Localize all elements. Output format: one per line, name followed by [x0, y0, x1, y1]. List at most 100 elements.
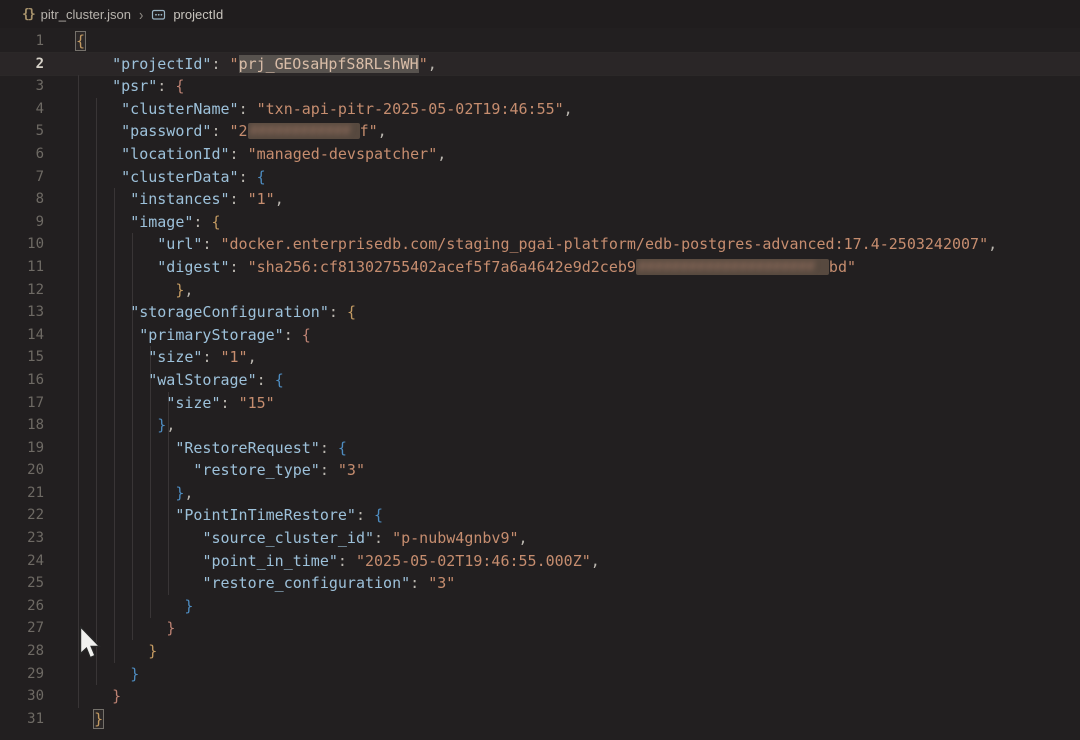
- code-token: "1": [248, 190, 275, 208]
- code-text: "url": "docker.enterprisedb.com/staging_…: [44, 233, 997, 256]
- code-line[interactable]: 28 }: [0, 640, 1080, 663]
- line-number[interactable]: 20: [0, 459, 44, 482]
- line-number[interactable]: 18: [0, 414, 44, 437]
- code-text: },: [44, 482, 193, 505]
- code-line[interactable]: 13 "storageConfiguration": {: [0, 301, 1080, 324]
- line-number[interactable]: 5: [0, 120, 44, 143]
- line-number[interactable]: 9: [0, 211, 44, 234]
- redacted-text: ############: [248, 123, 360, 139]
- line-number[interactable]: 25: [0, 572, 44, 595]
- line-number[interactable]: 22: [0, 504, 44, 527]
- line-number[interactable]: 26: [0, 595, 44, 618]
- code-text: {: [44, 30, 85, 53]
- code-line[interactable]: 19 "RestoreRequest": {: [0, 437, 1080, 460]
- code-line[interactable]: 29 }: [0, 663, 1080, 686]
- code-line[interactable]: 22 "PointInTimeRestore": {: [0, 504, 1080, 527]
- code-line[interactable]: 25 "restore_configuration": "3": [0, 572, 1080, 595]
- code-line[interactable]: 26 }: [0, 595, 1080, 618]
- line-number[interactable]: 13: [0, 301, 44, 324]
- code-token: }: [112, 687, 121, 705]
- code-token: ,: [248, 348, 257, 366]
- code-token: "psr": [112, 77, 157, 95]
- selected-text: prj_G: [239, 55, 284, 73]
- line-number[interactable]: 14: [0, 324, 44, 347]
- code-line[interactable]: 18 },: [0, 414, 1080, 437]
- code-line[interactable]: 3 "psr": {: [0, 75, 1080, 98]
- line-number[interactable]: 11: [0, 256, 44, 279]
- line-number[interactable]: 31: [0, 708, 44, 731]
- code-token: :: [230, 258, 248, 276]
- line-number[interactable]: 15: [0, 346, 44, 369]
- code-line[interactable]: 21 },: [0, 482, 1080, 505]
- line-number[interactable]: 12: [0, 279, 44, 302]
- code-token: "storageConfiguration": [130, 303, 329, 321]
- code-token: ": [230, 55, 239, 73]
- code-line[interactable]: 8 "instances": "1",: [0, 188, 1080, 211]
- line-number[interactable]: 4: [0, 98, 44, 121]
- line-number[interactable]: 3: [0, 75, 44, 98]
- code-line[interactable]: 10 "url": "docker.enterprisedb.com/stagi…: [0, 233, 1080, 256]
- code-line[interactable]: 31 }: [0, 708, 1080, 731]
- code-token: ,: [988, 235, 997, 253]
- code-token: :: [202, 348, 220, 366]
- code-token: ": [419, 55, 428, 73]
- code-token: {: [347, 303, 356, 321]
- code-line[interactable]: 20 "restore_type": "3": [0, 459, 1080, 482]
- code-token: {: [211, 213, 220, 231]
- code-line[interactable]: 15 "size": "1",: [0, 346, 1080, 369]
- line-number[interactable]: 17: [0, 392, 44, 415]
- code-line[interactable]: 24 "point_in_time": "2025-05-02T19:46:55…: [0, 550, 1080, 573]
- code-token: :: [239, 100, 257, 118]
- code-token: "clusterName": [121, 100, 238, 118]
- code-token: }: [94, 710, 103, 728]
- line-number[interactable]: 19: [0, 437, 44, 460]
- code-line[interactable]: 4 "clusterName": "txn-api-pitr-2025-05-0…: [0, 98, 1080, 121]
- code-line[interactable]: 27 }: [0, 617, 1080, 640]
- code-text: }: [44, 663, 139, 686]
- code-line[interactable]: 14 "primaryStorage": {: [0, 324, 1080, 347]
- code-token: "projectId": [112, 55, 211, 73]
- line-number[interactable]: 29: [0, 663, 44, 686]
- code-line[interactable]: 23 "source_cluster_id": "p-nubw4gnbv9",: [0, 527, 1080, 550]
- line-number[interactable]: 21: [0, 482, 44, 505]
- line-number[interactable]: 7: [0, 166, 44, 189]
- code-token: "source_cluster_id": [202, 529, 374, 547]
- code-line[interactable]: 2 "projectId": "prj_GEOsaHpfS8RLshWH",: [0, 53, 1080, 76]
- code-token: :: [329, 303, 347, 321]
- line-number[interactable]: 6: [0, 143, 44, 166]
- line-number[interactable]: 8: [0, 188, 44, 211]
- code-line[interactable]: 6 "locationId": "managed-devspatcher",: [0, 143, 1080, 166]
- code-token: "password": [121, 122, 211, 140]
- code-token: ,: [378, 122, 387, 140]
- code-line[interactable]: 30 }: [0, 685, 1080, 708]
- code-text: "instances": "1",: [44, 188, 284, 211]
- line-number[interactable]: 10: [0, 233, 44, 256]
- line-number[interactable]: 1: [0, 30, 44, 53]
- code-line[interactable]: 12 },: [0, 279, 1080, 302]
- code-token: ,: [564, 100, 573, 118]
- code-text: }: [44, 595, 193, 618]
- line-number[interactable]: 2: [0, 53, 44, 76]
- code-token: {: [302, 326, 311, 344]
- code-token: "restore_configuration": [202, 574, 410, 592]
- code-token: }: [130, 665, 139, 683]
- line-number[interactable]: 27: [0, 617, 44, 640]
- line-number[interactable]: 28: [0, 640, 44, 663]
- code-line[interactable]: 11 "digest": "sha256:cf81302755402acef5f…: [0, 256, 1080, 279]
- code-line[interactable]: 16 "walStorage": {: [0, 369, 1080, 392]
- code-token: :: [356, 506, 374, 524]
- line-number[interactable]: 16: [0, 369, 44, 392]
- code-text: "password": "2############f",: [44, 120, 387, 143]
- code-line[interactable]: 5 "password": "2############f",: [0, 120, 1080, 143]
- code-token: :: [320, 461, 338, 479]
- code-line[interactable]: 7 "clusterData": {: [0, 166, 1080, 189]
- line-number[interactable]: 30: [0, 685, 44, 708]
- code-text: "clusterData": {: [44, 166, 266, 189]
- code-line[interactable]: 9 "image": {: [0, 211, 1080, 234]
- code-line[interactable]: 1{: [0, 30, 1080, 53]
- code-editor[interactable]: 1{2 "projectId": "prj_GEOsaHpfS8RLshWH",…: [0, 30, 1080, 730]
- code-line[interactable]: 17 "size": "15": [0, 392, 1080, 415]
- line-number[interactable]: 24: [0, 550, 44, 573]
- code-text: "point_in_time": "2025-05-02T19:46:55.00…: [44, 550, 600, 573]
- line-number[interactable]: 23: [0, 527, 44, 550]
